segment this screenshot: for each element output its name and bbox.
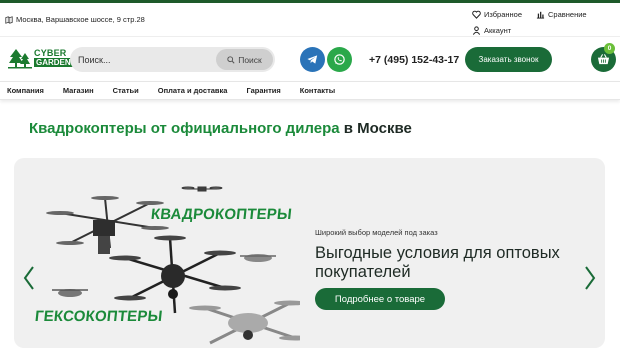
telegram-button[interactable]	[300, 47, 325, 72]
grey-quadcopter-image	[189, 300, 300, 345]
store-address: Москва, Варшавское шоссе, 9 стр.28	[5, 15, 145, 24]
search-bar: Поиск	[70, 47, 275, 72]
page-title-rest: в Москве	[339, 120, 412, 137]
logo-text-bottom: GARDEN	[34, 58, 73, 67]
top-bar: Москва, Варшавское шоссе, 9 стр.28 Избра…	[0, 3, 620, 36]
more-info-button[interactable]: Подробнее о товаре	[315, 288, 445, 310]
search-button[interactable]: Поиск	[216, 49, 273, 70]
hexacopters-label: ГЕКСОКОПТЕРЫ	[34, 308, 164, 325]
hexacopter-large-image	[46, 196, 169, 254]
nav-item-payment-delivery[interactable]: Оплата и доставка	[151, 86, 228, 95]
site-header: CYBER GARDEN Поиск +7 (495) 152-43-17 За…	[0, 36, 620, 81]
chevron-right-icon[interactable]	[583, 265, 597, 291]
compare-link[interactable]: Сравнение	[536, 7, 587, 21]
promo-banner: КВАДРОКОПТЕРЫ ГЕКСОКОПТЕРЫ Широкий выбор…	[14, 158, 605, 348]
favorites-label: Избранное	[484, 9, 523, 19]
account-label: Аккаунт	[484, 25, 512, 35]
page-title: Квадрокоптеры от официального дилера в М…	[29, 120, 412, 137]
nav-item-articles[interactable]: Статьи	[106, 86, 139, 95]
site-logo[interactable]: CYBER GARDEN	[8, 47, 73, 69]
nav-item-contacts[interactable]: Контакты	[293, 86, 335, 95]
banner-title: Выгодные условия для оптовых покупателей	[315, 244, 560, 281]
map-icon	[5, 15, 13, 24]
cart-icon	[597, 54, 610, 65]
phone-number[interactable]: +7 (495) 152-43-17	[369, 54, 459, 66]
search-button-label: Поиск	[238, 54, 262, 65]
compare-label: Сравнение	[548, 9, 587, 19]
trees-logo-icon	[8, 49, 32, 69]
nav-item-company[interactable]: Компания	[0, 86, 44, 95]
whatsapp-button[interactable]	[327, 47, 352, 72]
telegram-icon	[307, 55, 318, 64]
nav-item-shop[interactable]: Магазин	[56, 86, 94, 95]
hexacopter-black-image	[109, 235, 241, 314]
small-quadcopter-image	[181, 186, 223, 192]
page-title-highlight: Квадрокоптеры от официального дилера	[29, 120, 340, 137]
banner-subtitle: Широкий выбор моделей под заказ	[315, 228, 438, 237]
search-input[interactable]	[78, 52, 208, 67]
search-icon	[227, 55, 235, 64]
quadcopters-label: КВАДРОКОПТЕРЫ	[150, 206, 293, 223]
address-text: Москва, Варшавское шоссе, 9 стр.28	[16, 15, 145, 24]
account-link[interactable]: Аккаунт	[472, 23, 511, 37]
heart-icon	[472, 10, 481, 19]
callback-button[interactable]: Заказать звонок	[465, 47, 552, 72]
cart-count-badge: 0	[604, 43, 615, 54]
user-icon	[472, 25, 481, 35]
nav-item-warranty[interactable]: Гарантия	[239, 86, 280, 95]
logo-text-top: CYBER	[34, 48, 67, 58]
favorites-link[interactable]: Избранное	[472, 7, 522, 21]
chart-icon	[536, 11, 545, 19]
whatsapp-icon	[334, 54, 345, 65]
main-nav: Компания Магазин Статьи Оплата и доставк…	[0, 81, 620, 100]
